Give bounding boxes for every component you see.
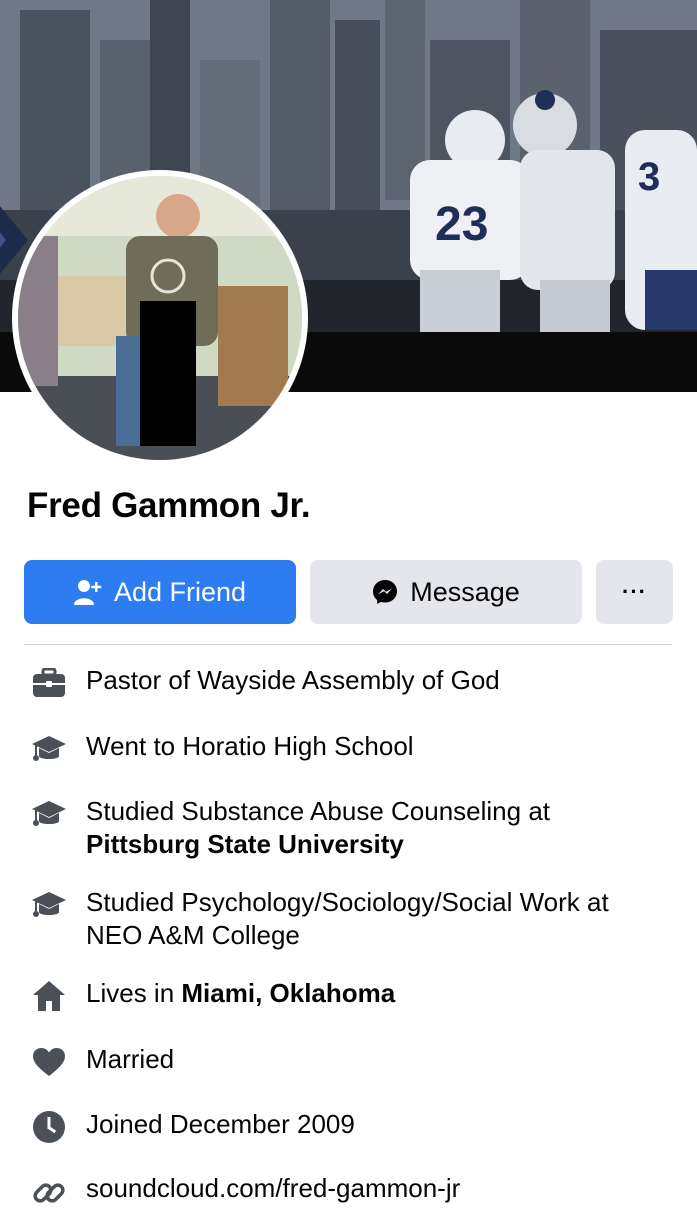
link-icon: [30, 1174, 68, 1212]
college-1-name-link[interactable]: Pittsburg State University: [86, 829, 404, 859]
more-options-icon: ···: [622, 579, 647, 604]
section-divider: [24, 644, 672, 645]
add-friend-label: Add Friend: [113, 576, 247, 607]
profile-name: Fred Gammon Jr.: [27, 486, 311, 525]
svg-text:23: 23: [435, 198, 488, 251]
lives-text: Lives in Miami, Oklahoma: [86, 977, 666, 1010]
graduation-cap-icon: [30, 795, 68, 833]
message-button[interactable]: Message: [310, 560, 582, 624]
svg-text:3: 3: [638, 155, 660, 199]
college-1-text: Studied Substance Abuse Counseling at Pi…: [86, 795, 666, 861]
joined-text: Joined December 2009: [86, 1109, 355, 1139]
profile-picture[interactable]: [12, 170, 308, 466]
message-label: Message: [410, 576, 520, 607]
briefcase-icon: [30, 664, 68, 702]
profile-picture-image: [18, 176, 302, 460]
lives-prefix: Lives in: [86, 978, 175, 1008]
college-2-text: Studied Psychology/Sociology/Social Work…: [86, 887, 609, 950]
lives-place-link[interactable]: Miami, Oklahoma: [181, 978, 395, 1008]
website-link[interactable]: soundcloud.com/fred-gammon-jr: [86, 1172, 666, 1205]
graduation-cap-icon: [30, 886, 68, 924]
work-text: Pastor of Wayside Assembly of God: [86, 665, 500, 695]
house-icon: [30, 977, 68, 1015]
relationship-text: Married: [86, 1044, 175, 1074]
add-friend-button[interactable]: Add Friend: [24, 560, 296, 624]
graduation-cap-icon: [30, 730, 68, 768]
add-person-icon: [73, 580, 102, 605]
more-options-button[interactable]: ···: [596, 560, 673, 624]
football-players-image: 23 3: [410, 90, 697, 340]
heart-icon: [30, 1043, 68, 1081]
college-1-prefix: Studied Substance Abuse Counseling at: [86, 796, 551, 826]
highschool-text: Went to Horatio High School: [86, 731, 414, 761]
messenger-icon: [373, 580, 398, 604]
clock-icon: [30, 1108, 68, 1146]
